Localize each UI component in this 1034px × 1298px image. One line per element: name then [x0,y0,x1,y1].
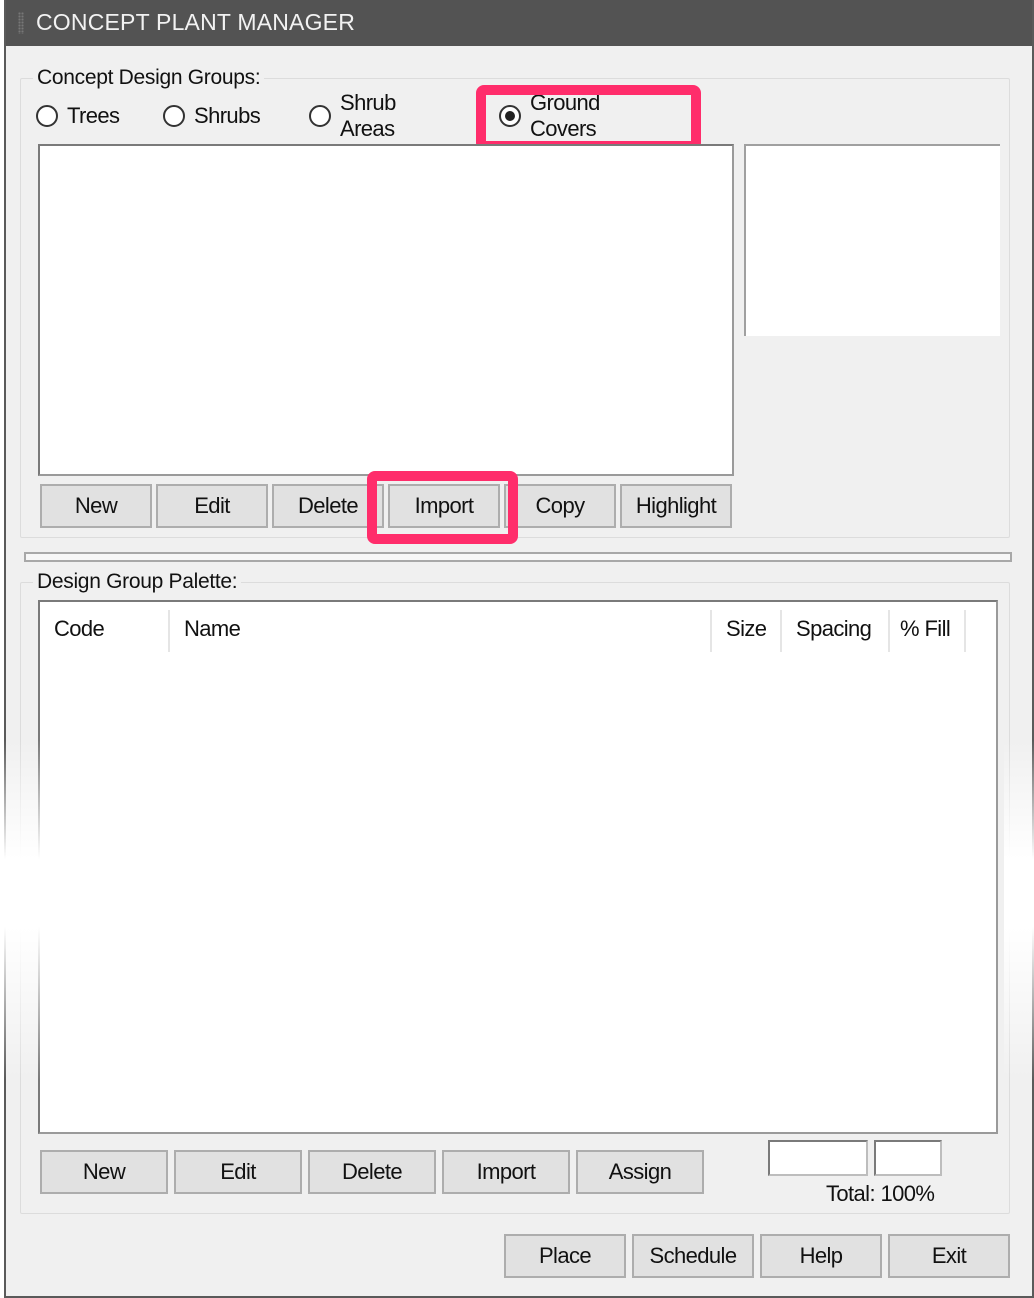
column-header-spacing[interactable]: Spacing [782,610,888,652]
palette-assign-button[interactable]: Assign [576,1150,704,1194]
concept-design-groups-label: Concept Design Groups: [33,65,265,91]
radio-shrub-areas[interactable]: Shrub Areas [309,90,396,141]
title-bar[interactable]: CONCEPT PLANT MANAGER [6,0,1032,46]
radio-circle-icon[interactable] [309,105,331,127]
palette-delete-button[interactable]: Delete [308,1150,436,1194]
palette-import-button[interactable]: Import [442,1150,570,1194]
radio-shrub-areas-label: Shrub Areas [340,90,396,141]
concept-new-button[interactable]: New [40,484,152,528]
column-separator[interactable] [964,610,966,652]
palette-list-view[interactable]: Code Name Size Spacing % Fill [38,600,998,1134]
radio-ground-covers-label: Ground Covers [530,90,600,141]
column-header-percent-fill[interactable]: % Fill [890,610,964,652]
symbol-preview [744,144,1000,336]
schedule-button[interactable]: Schedule [632,1234,754,1278]
palette-field-2[interactable] [874,1140,942,1176]
concept-import-button[interactable]: Import [388,484,500,528]
radio-selected-icon[interactable] [499,105,521,127]
palette-edit-button[interactable]: Edit [174,1150,302,1194]
column-header-code[interactable]: Code [40,610,168,652]
window-title: CONCEPT PLANT MANAGER [36,9,356,35]
radio-trees-label: Trees [67,103,120,128]
help-button[interactable]: Help [760,1234,882,1278]
concept-copy-button[interactable]: Copy [504,484,616,528]
palette-new-button[interactable]: New [40,1150,168,1194]
concept-delete-button[interactable]: Delete [272,484,384,528]
palette-field-1[interactable] [768,1140,868,1176]
radio-circle-icon[interactable] [163,105,185,127]
radio-circle-icon[interactable] [36,105,58,127]
design-group-palette-label: Design Group Palette: [33,569,242,595]
concept-highlight-button[interactable]: Highlight [620,484,732,528]
section-splitter[interactable] [24,552,1012,562]
place-button[interactable]: Place [504,1234,626,1278]
exit-button[interactable]: Exit [888,1234,1010,1278]
column-header-size[interactable]: Size [712,610,780,652]
radio-shrubs-label: Shrubs [194,103,261,128]
concept-plant-manager-window: CONCEPT PLANT MANAGER Concept Design Gro… [4,0,1034,1298]
radio-shrubs[interactable]: Shrubs [163,98,261,134]
radio-trees[interactable]: Trees [36,98,120,134]
drag-grip-icon[interactable] [18,12,24,34]
radio-ground-covers[interactable]: Ground Covers [499,90,600,141]
concept-groups-list[interactable] [38,144,734,476]
total-percent-label: Total: 100% [826,1181,935,1206]
column-header-name[interactable]: Name [170,610,710,652]
palette-list-header: Code Name Size Spacing % Fill [40,602,996,654]
concept-edit-button[interactable]: Edit [156,484,268,528]
